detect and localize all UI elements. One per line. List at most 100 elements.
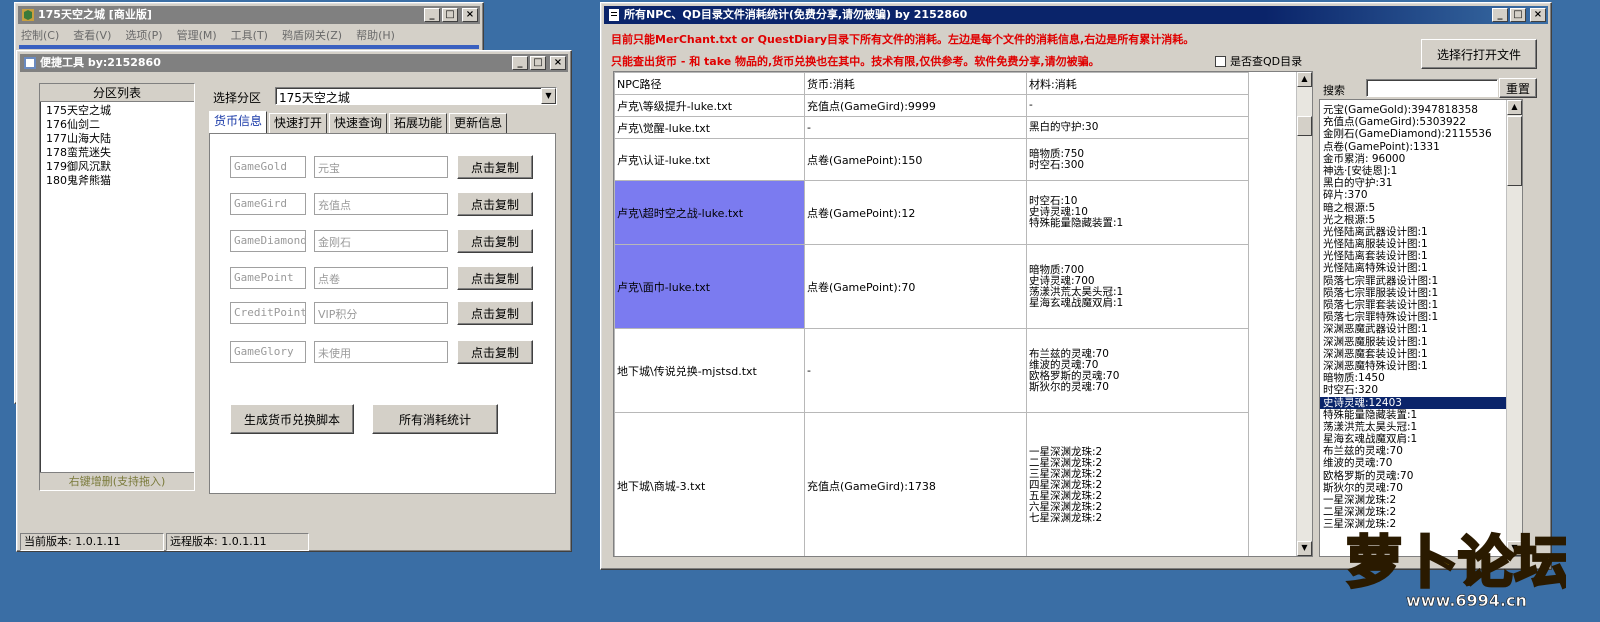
search-input[interactable] [1366, 79, 1498, 97]
table-row[interactable]: 卢克\等级提升-luke.txt 充值点(GameGird):9999- [614, 94, 1249, 117]
totals-item[interactable]: 点卷(GamePoint):1331 [1320, 141, 1522, 153]
table-row[interactable]: 地下城\商城-3.txt 充值点(GameGird):1738 一星深渊龙珠:2 二星… [614, 412, 1249, 556]
currency-name-field[interactable]: 点卷 [314, 267, 448, 289]
menu-item-1[interactable]: 查看(V) [73, 27, 111, 43]
totals-item[interactable]: 暗物质:1450 [1320, 372, 1522, 384]
totals-item[interactable]: 陨落七宗罪特殊设计图:1 [1320, 311, 1522, 323]
scroll-up-arrow[interactable]: ▲ [1297, 72, 1312, 87]
zone-list-item[interactable]: 176仙剑二 [40, 118, 194, 132]
zone-select[interactable]: 175天空之城 ▼ [275, 87, 557, 105]
totals-item[interactable]: 光怪陆离服装设计图:1 [1320, 238, 1522, 250]
totals-item[interactable]: 时空石:320 [1320, 384, 1522, 396]
totals-item[interactable]: 神选·[安徒恩]:1 [1320, 165, 1522, 177]
totals-item[interactable]: 维波的灵魂:70 [1320, 457, 1522, 469]
tab-0[interactable]: 货币信息 [209, 111, 268, 133]
copy-button[interactable]: 点击复制 [457, 229, 533, 253]
totals-item[interactable]: 布兰兹的灵魂:70 [1320, 445, 1522, 457]
totals-item[interactable]: 光之根源:5 [1320, 214, 1522, 226]
chevron-down-icon[interactable]: ▼ [541, 88, 556, 104]
zone-list-item[interactable]: 179御风沉默 [40, 160, 194, 174]
maximize-button[interactable]: □ [442, 8, 458, 22]
open-file-button[interactable]: 选择行打开文件 [1421, 39, 1537, 69]
menu-item-0[interactable]: 控制(C) [21, 27, 59, 43]
totals-item[interactable]: 金刚石(GameDiamond):2115536 [1320, 128, 1522, 140]
totals-item[interactable]: 欧格罗斯的灵魂:70 [1320, 470, 1522, 482]
copy-button[interactable]: 点击复制 [457, 340, 533, 364]
menu-item-5[interactable]: 鸦盾网关(Z) [282, 27, 342, 43]
totals-item[interactable]: 陨落七宗罪服装设计图:1 [1320, 287, 1522, 299]
stats-maximize-button[interactable]: □ [1510, 8, 1526, 22]
currency-code-field[interactable]: GameGlory [230, 341, 306, 363]
tab-1[interactable]: 快速打开 [269, 113, 328, 133]
totals-list[interactable]: 元宝(GameGold):3947818358 充值点(GameGird):530… [1319, 99, 1523, 557]
stats-window-titlebar[interactable]: 所有NPC、QD目录文件消耗统计(免费分享,请勿被骗) by 2152860 _… [604, 6, 1548, 24]
minimize-button[interactable]: _ [424, 8, 440, 22]
totals-item[interactable]: 深渊恶魔特殊设计图:1 [1320, 360, 1522, 372]
menu-item-6[interactable]: 帮助(H) [356, 27, 395, 43]
tool-window-titlebar[interactable]: 便捷工具 by:2152860 _ □ × [20, 54, 568, 72]
totals-scrollbar[interactable]: ▲ ▼ [1506, 100, 1522, 556]
currency-name-field[interactable]: 元宝 [314, 156, 448, 178]
totals-item[interactable]: 充值点(GameGird):5303922 [1320, 116, 1522, 128]
zone-list-item[interactable]: 178蛮荒迷失 [40, 146, 194, 160]
reset-button[interactable]: 重置 [1499, 78, 1537, 98]
row-path[interactable]: 地下城\商城-3.txt [614, 412, 805, 556]
totals-scroll-up-arrow[interactable]: ▲ [1507, 100, 1522, 115]
table-scrollbar[interactable]: ▲ ▼ [1296, 72, 1312, 556]
totals-item[interactable]: 陨落七宗罪武器设计图:1 [1320, 275, 1522, 287]
row-path[interactable]: 卢克\超时空之战-luke.txt [614, 180, 805, 245]
currency-code-field[interactable]: CreditPoint [230, 302, 306, 324]
copy-button[interactable]: 点击复制 [457, 192, 533, 216]
tool-maximize-button[interactable]: □ [530, 56, 546, 70]
totals-item[interactable]: 元宝(GameGold):3947818358 [1320, 104, 1522, 116]
totals-item[interactable]: 一星深渊龙珠:2 [1320, 494, 1522, 506]
totals-item[interactable]: 深渊恶魔服装设计图:1 [1320, 336, 1522, 348]
checkbox-icon[interactable] [1215, 55, 1226, 67]
menu-item-4[interactable]: 工具(T) [231, 27, 268, 43]
totals-item[interactable]: 荡漾洪荒太昊头冠:1 [1320, 421, 1522, 433]
menu-item-3[interactable]: 管理(M) [177, 27, 217, 43]
close-button[interactable]: × [462, 8, 478, 22]
menu-item-2[interactable]: 选项(P) [125, 27, 162, 43]
currency-name-field[interactable]: 金刚石 [314, 230, 448, 252]
totals-item[interactable]: 陨落七宗罪套装设计图:1 [1320, 299, 1522, 311]
totals-item[interactable]: 金币累消: 96000 [1320, 153, 1522, 165]
row-path[interactable]: 卢克\等级提升-luke.txt [614, 94, 805, 117]
totals-item[interactable]: 斯狄尔的灵魂:70 [1320, 482, 1522, 494]
totals-item[interactable]: 光怪陆离套装设计图:1 [1320, 250, 1522, 262]
scroll-thumb[interactable] [1297, 116, 1312, 136]
generate-script-button[interactable]: 生成货币兑换脚本 [230, 404, 354, 434]
column-header[interactable]: 材料:消耗 [1026, 72, 1249, 95]
currency-code-field[interactable]: GameGold [230, 156, 306, 178]
totals-item[interactable]: 碎片:370 [1320, 189, 1522, 201]
totals-item[interactable]: 星海玄魂战魔双肩:1 [1320, 433, 1522, 445]
table-row[interactable]: 卢克\认证-luke.txt 点卷(GamePoint):150 暗物质:750 时空… [614, 138, 1249, 181]
tab-3[interactable]: 拓展功能 [389, 113, 448, 133]
currency-name-field[interactable]: 充值点 [314, 193, 448, 215]
currency-code-field[interactable]: GamePoint [230, 267, 306, 289]
table-row[interactable]: 卢克\觉醒-luke.txt - 黑白的守护:30 [614, 116, 1249, 139]
totals-item[interactable]: 暗之根源:5 [1320, 202, 1522, 214]
totals-item[interactable]: 光怪陆离武器设计图:1 [1320, 226, 1522, 238]
copy-button[interactable]: 点击复制 [457, 155, 533, 179]
totals-item[interactable]: 特殊能量隐藏装置:1 [1320, 409, 1522, 421]
totals-item[interactable]: 深渊恶魔武器设计图:1 [1320, 323, 1522, 335]
column-header[interactable]: NPC路径 [614, 72, 805, 95]
copy-button[interactable]: 点击复制 [457, 301, 533, 325]
qd-checkbox[interactable]: 是否查QD目录 [1215, 53, 1302, 69]
table-row[interactable]: 卢克\超时空之战-luke.txt 点卷(GamePoint):12 时空石:10 史… [614, 180, 1249, 245]
table-row[interactable]: 卢克\面巾-luke.txt 点卷(GamePoint):70 暗物质:700 史诗灵… [614, 244, 1249, 329]
row-path[interactable]: 地下城\传说兑换-mjstsd.txt [614, 328, 805, 413]
currency-code-field[interactable]: GameDiamond [230, 230, 306, 252]
zone-list-item[interactable]: 177山海大陆 [40, 132, 194, 146]
row-path[interactable]: 卢克\面巾-luke.txt [614, 244, 805, 329]
tool-minimize-button[interactable]: _ [512, 56, 528, 70]
currency-code-field[interactable]: GameGird [230, 193, 306, 215]
zone-list-item[interactable]: 180鬼斧熊猫 [40, 174, 194, 188]
scroll-down-arrow[interactable]: ▼ [1297, 541, 1312, 556]
currency-name-field[interactable]: 未使用 [314, 341, 448, 363]
tab-2[interactable]: 快速查询 [329, 113, 388, 133]
totals-item[interactable]: 光怪陆离特殊设计图:1 [1320, 262, 1522, 274]
file-stats-table[interactable]: NPC路径 货币:消耗 材料:消耗 卢克\等级提升-luke.txt 充值点(Game… [613, 71, 1313, 557]
totals-item[interactable]: 史诗灵魂:12403 [1320, 396, 1522, 409]
